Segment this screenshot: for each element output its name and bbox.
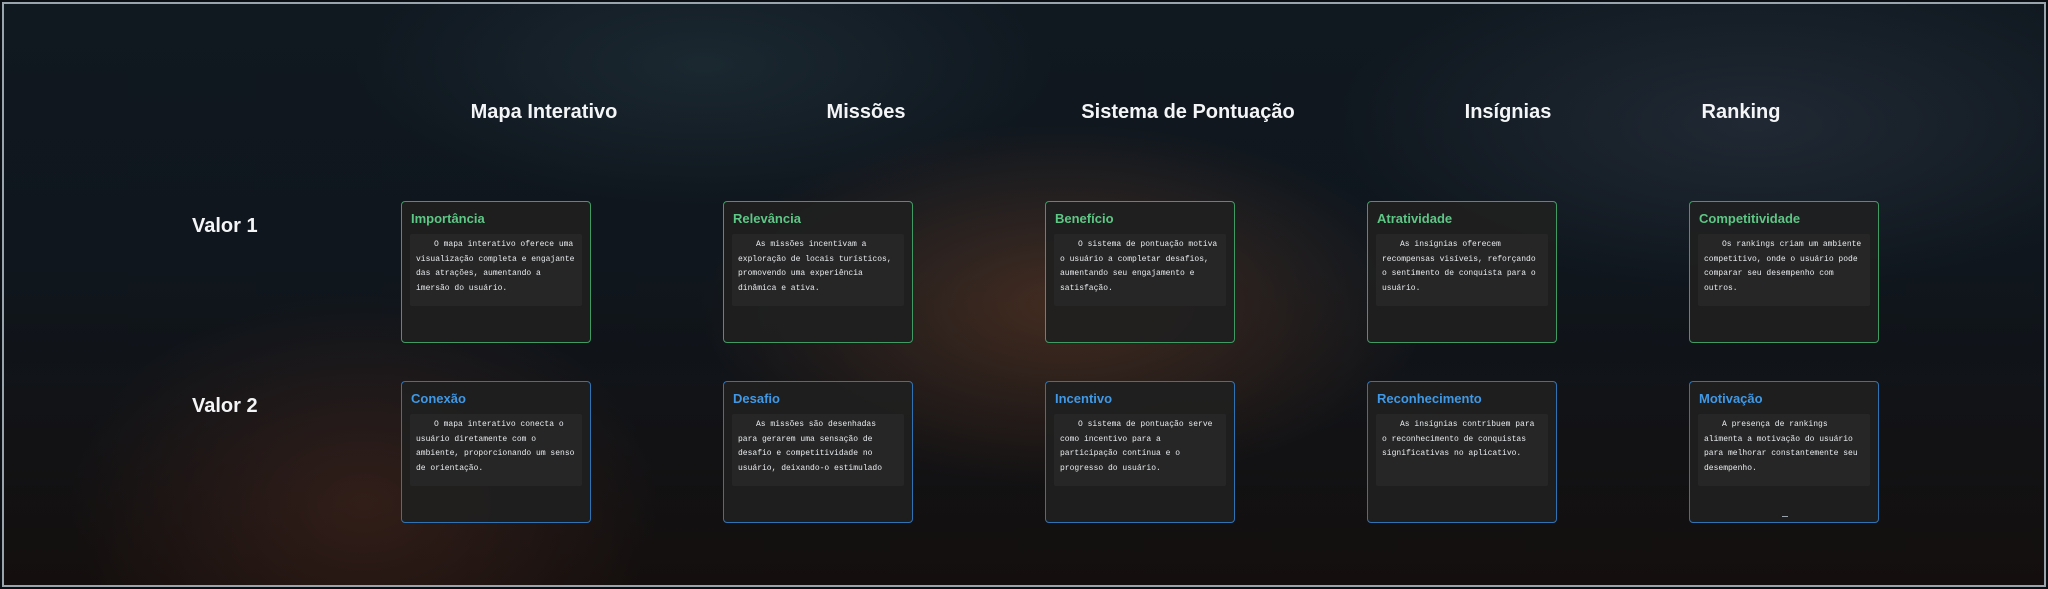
card-text: As missões incentivam a exploração de lo… (732, 234, 904, 306)
card-title: Importância (411, 211, 485, 226)
card-title: Reconhecimento (1377, 391, 1482, 406)
card-title: Competitividade (1699, 211, 1801, 226)
card-title: Incentivo (1055, 391, 1113, 406)
card-text: As missões são desenhadas para gerarem u… (732, 414, 904, 486)
board-canvas: Mapa Interativo Missões Sistema de Pontu… (2, 2, 2046, 587)
card-title: Motivação (1699, 391, 1763, 406)
card-incentivo[interactable]: Incentivo O sistema de pontuação serve c… (1045, 381, 1235, 523)
card-conexao[interactable]: Conexão O mapa interativo conecta o usuá… (401, 381, 591, 523)
column-header-sistema-de-pontuacao: Sistema de Pontuação (1081, 101, 1295, 123)
column-header-insignias: Insígnias (1464, 101, 1552, 123)
card-reconhecimento[interactable]: Reconhecimento As insígnias contribuem p… (1367, 381, 1557, 523)
scroll-indicator[interactable] (1782, 516, 1788, 517)
row-label-valor-2: Valor 2 (192, 395, 258, 417)
card-title: Benefício (1055, 211, 1114, 226)
card-text: As insígnias oferecem recompensas visíve… (1376, 234, 1548, 306)
card-text: Os rankings criam um ambiente competitiv… (1698, 234, 1870, 306)
card-relevancia[interactable]: Relevância As missões incentivam a explo… (723, 201, 913, 343)
card-competitividade[interactable]: Competitividade Os rankings criam um amb… (1689, 201, 1879, 343)
card-motivacao[interactable]: Motivação A presença de rankings aliment… (1689, 381, 1879, 523)
card-text: O sistema de pontuação motiva o usuário … (1054, 234, 1226, 306)
card-text: O mapa interativo conecta o usuário dire… (410, 414, 582, 486)
column-header-missoes: Missões (826, 101, 906, 123)
card-title: Relevância (733, 211, 801, 226)
row-label-valor-1: Valor 1 (192, 215, 258, 237)
column-header-ranking: Ranking (1701, 101, 1781, 123)
card-beneficio[interactable]: Benefício O sistema de pontuação motiva … (1045, 201, 1235, 343)
card-text: As insígnias contribuem para o reconheci… (1376, 414, 1548, 486)
card-text: A presença de rankings alimenta a motiva… (1698, 414, 1870, 486)
card-title: Atratividade (1377, 211, 1453, 226)
card-text: O mapa interativo oferece uma visualizaç… (410, 234, 582, 306)
card-title: Desafio (733, 391, 780, 406)
card-atratividade[interactable]: Atratividade As insígnias oferecem recom… (1367, 201, 1557, 343)
card-text: O sistema de pontuação serve como incent… (1054, 414, 1226, 486)
card-importancia[interactable]: Importância O mapa interativo oferece um… (401, 201, 591, 343)
column-header-mapa-interativo: Mapa Interativo (470, 101, 618, 123)
card-desafio[interactable]: Desafio As missões são desenhadas para g… (723, 381, 913, 523)
card-title: Conexão (411, 391, 466, 406)
